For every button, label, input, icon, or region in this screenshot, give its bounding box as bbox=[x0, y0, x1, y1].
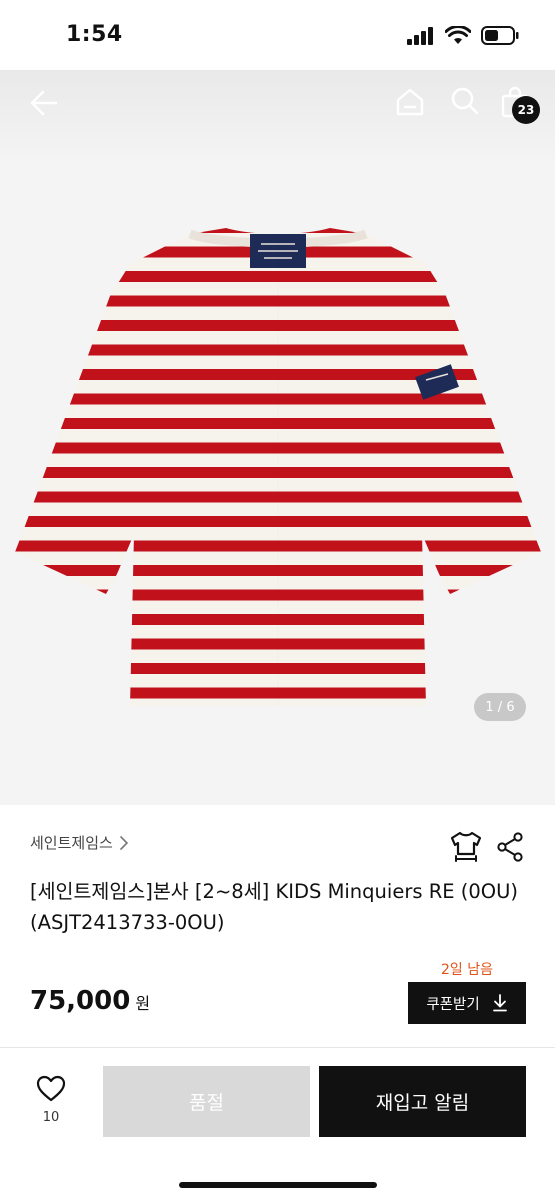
price-value: 75,000 bbox=[30, 986, 131, 1016]
product-image[interactable] bbox=[14, 216, 542, 726]
search-icon[interactable] bbox=[450, 86, 480, 116]
home-icon[interactable] bbox=[394, 86, 426, 118]
restock-alert-button[interactable]: 재입고 알림 bbox=[319, 1066, 526, 1137]
coupon-button-label: 쿠폰받기 bbox=[426, 996, 480, 1013]
bottom-bar-divider bbox=[0, 1047, 555, 1048]
battery-icon bbox=[481, 26, 519, 45]
top-nav-bar: 23 bbox=[0, 70, 555, 140]
product-gallery[interactable]: 23 1 / 6 bbox=[0, 70, 555, 805]
chevron-right-icon bbox=[120, 835, 128, 850]
wifi-icon bbox=[445, 26, 471, 44]
cart-count-badge[interactable]: 23 bbox=[512, 96, 540, 124]
size-guide-shirt-icon[interactable] bbox=[450, 830, 482, 862]
status-icons bbox=[407, 26, 519, 45]
share-icon[interactable] bbox=[496, 832, 524, 862]
brand-link[interactable]: 세인트제임스 bbox=[30, 832, 129, 853]
coupon-download-button[interactable]: 쿠폰받기 bbox=[408, 982, 526, 1024]
back-arrow-icon[interactable] bbox=[26, 86, 60, 120]
heart-icon bbox=[36, 1075, 66, 1102]
like-count: 10 bbox=[42, 1110, 60, 1125]
like-button[interactable]: 10 bbox=[24, 1075, 78, 1125]
coupon-remaining-text: 2일 남음 bbox=[441, 962, 493, 978]
status-bar: 1:54 bbox=[0, 0, 555, 70]
price-currency: 원 bbox=[135, 994, 151, 1013]
cellular-signal-icon bbox=[407, 26, 433, 45]
product-title: [세인트제임스]본사 [2~8세] KIDS Minquiers RE (0OU… bbox=[30, 880, 519, 934]
brand-name: 세인트제임스 bbox=[30, 834, 113, 852]
download-icon bbox=[492, 994, 507, 1012]
image-counter: 1 / 6 bbox=[474, 693, 526, 721]
home-indicator bbox=[179, 1182, 377, 1188]
status-time: 1:54 bbox=[66, 22, 123, 47]
soldout-button: 품절 bbox=[103, 1066, 310, 1137]
price-row: 75,000 원 bbox=[30, 986, 150, 1016]
